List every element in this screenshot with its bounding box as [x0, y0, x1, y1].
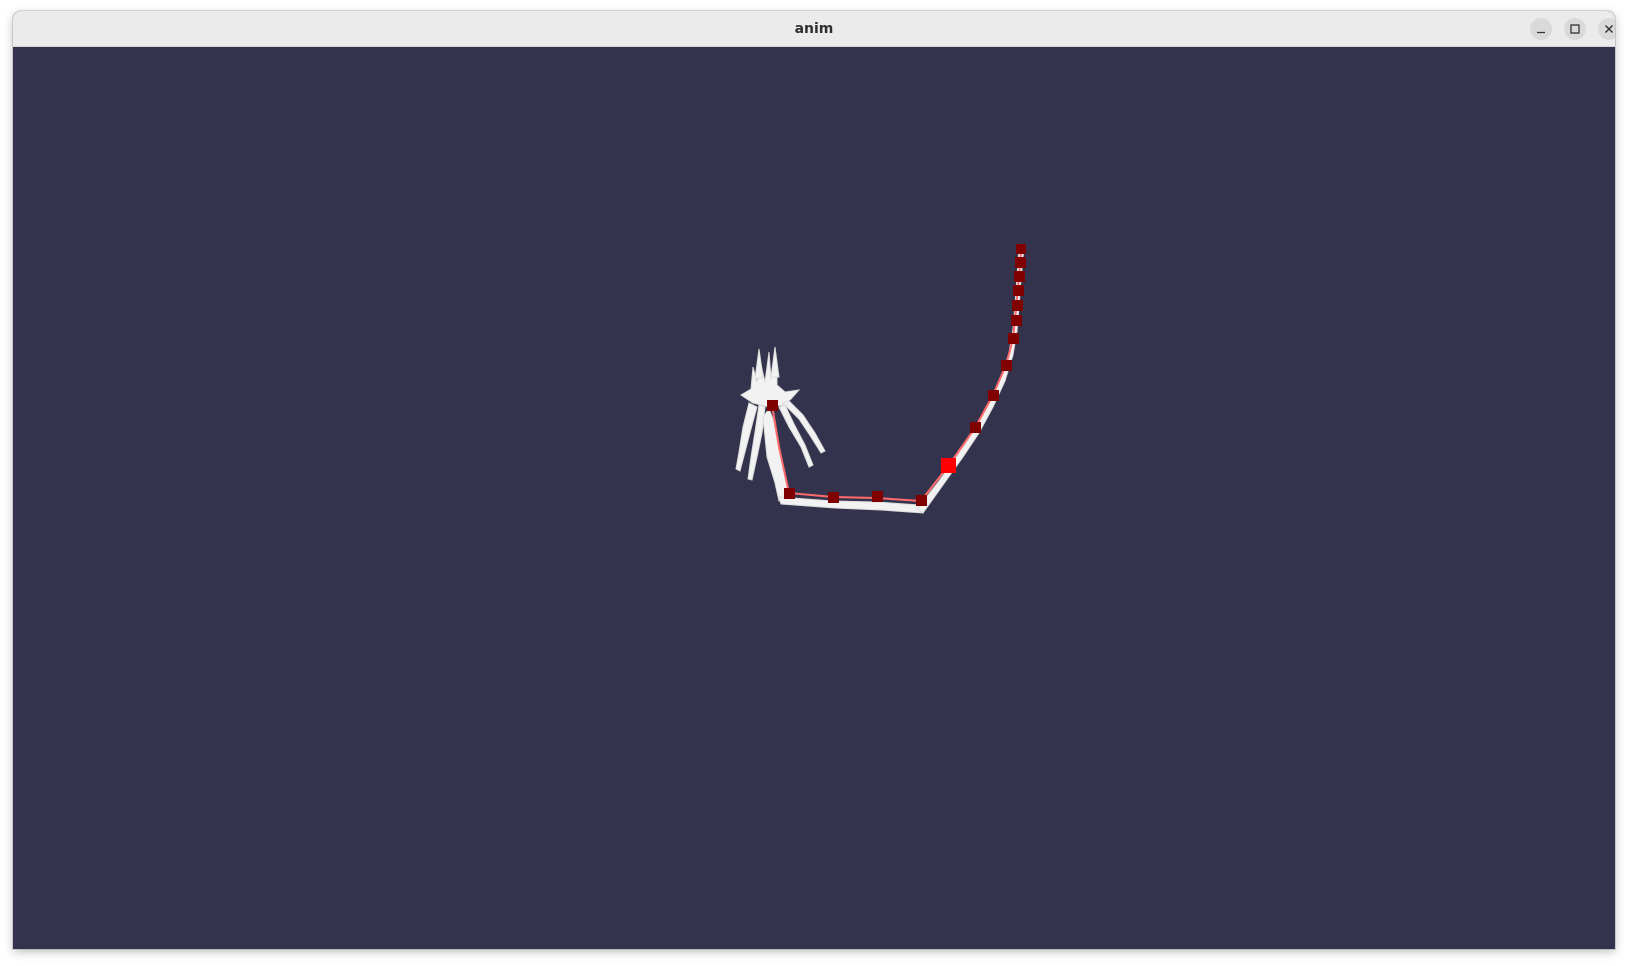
joint-marker[interactable] [872, 491, 883, 502]
joint-marker[interactable] [916, 495, 927, 506]
close-icon [1605, 25, 1613, 33]
scene-canvas[interactable] [13, 47, 1615, 949]
joint-marker[interactable] [1011, 315, 1022, 326]
minimize-button[interactable] [1530, 18, 1552, 40]
joint-marker[interactable] [988, 390, 999, 401]
joint-marker[interactable] [767, 400, 778, 411]
render-viewport[interactable] [13, 47, 1615, 949]
joint-marker[interactable] [1013, 285, 1024, 296]
joint-marker[interactable] [970, 422, 981, 433]
joint-marker[interactable] [1016, 244, 1026, 254]
app-window: anim [13, 11, 1615, 949]
minimize-icon [1537, 31, 1545, 34]
joint-marker[interactable] [1014, 271, 1025, 282]
maximize-button[interactable] [1564, 18, 1586, 40]
joint-marker[interactable] [1008, 333, 1019, 344]
joint-markers[interactable] [767, 244, 1026, 506]
skeleton-mesh [735, 246, 1025, 514]
joint-marker[interactable] [784, 488, 795, 499]
title-bar[interactable]: anim [13, 11, 1615, 47]
maximize-icon [1570, 24, 1580, 34]
joint-marker[interactable] [1012, 300, 1023, 311]
close-button[interactable] [1598, 18, 1615, 40]
joint-marker[interactable] [1001, 360, 1012, 371]
window-title: anim [794, 21, 834, 37]
joint-marker[interactable] [828, 492, 839, 503]
joint-marker[interactable] [1015, 257, 1026, 268]
joint-marker-selected[interactable] [941, 458, 956, 473]
